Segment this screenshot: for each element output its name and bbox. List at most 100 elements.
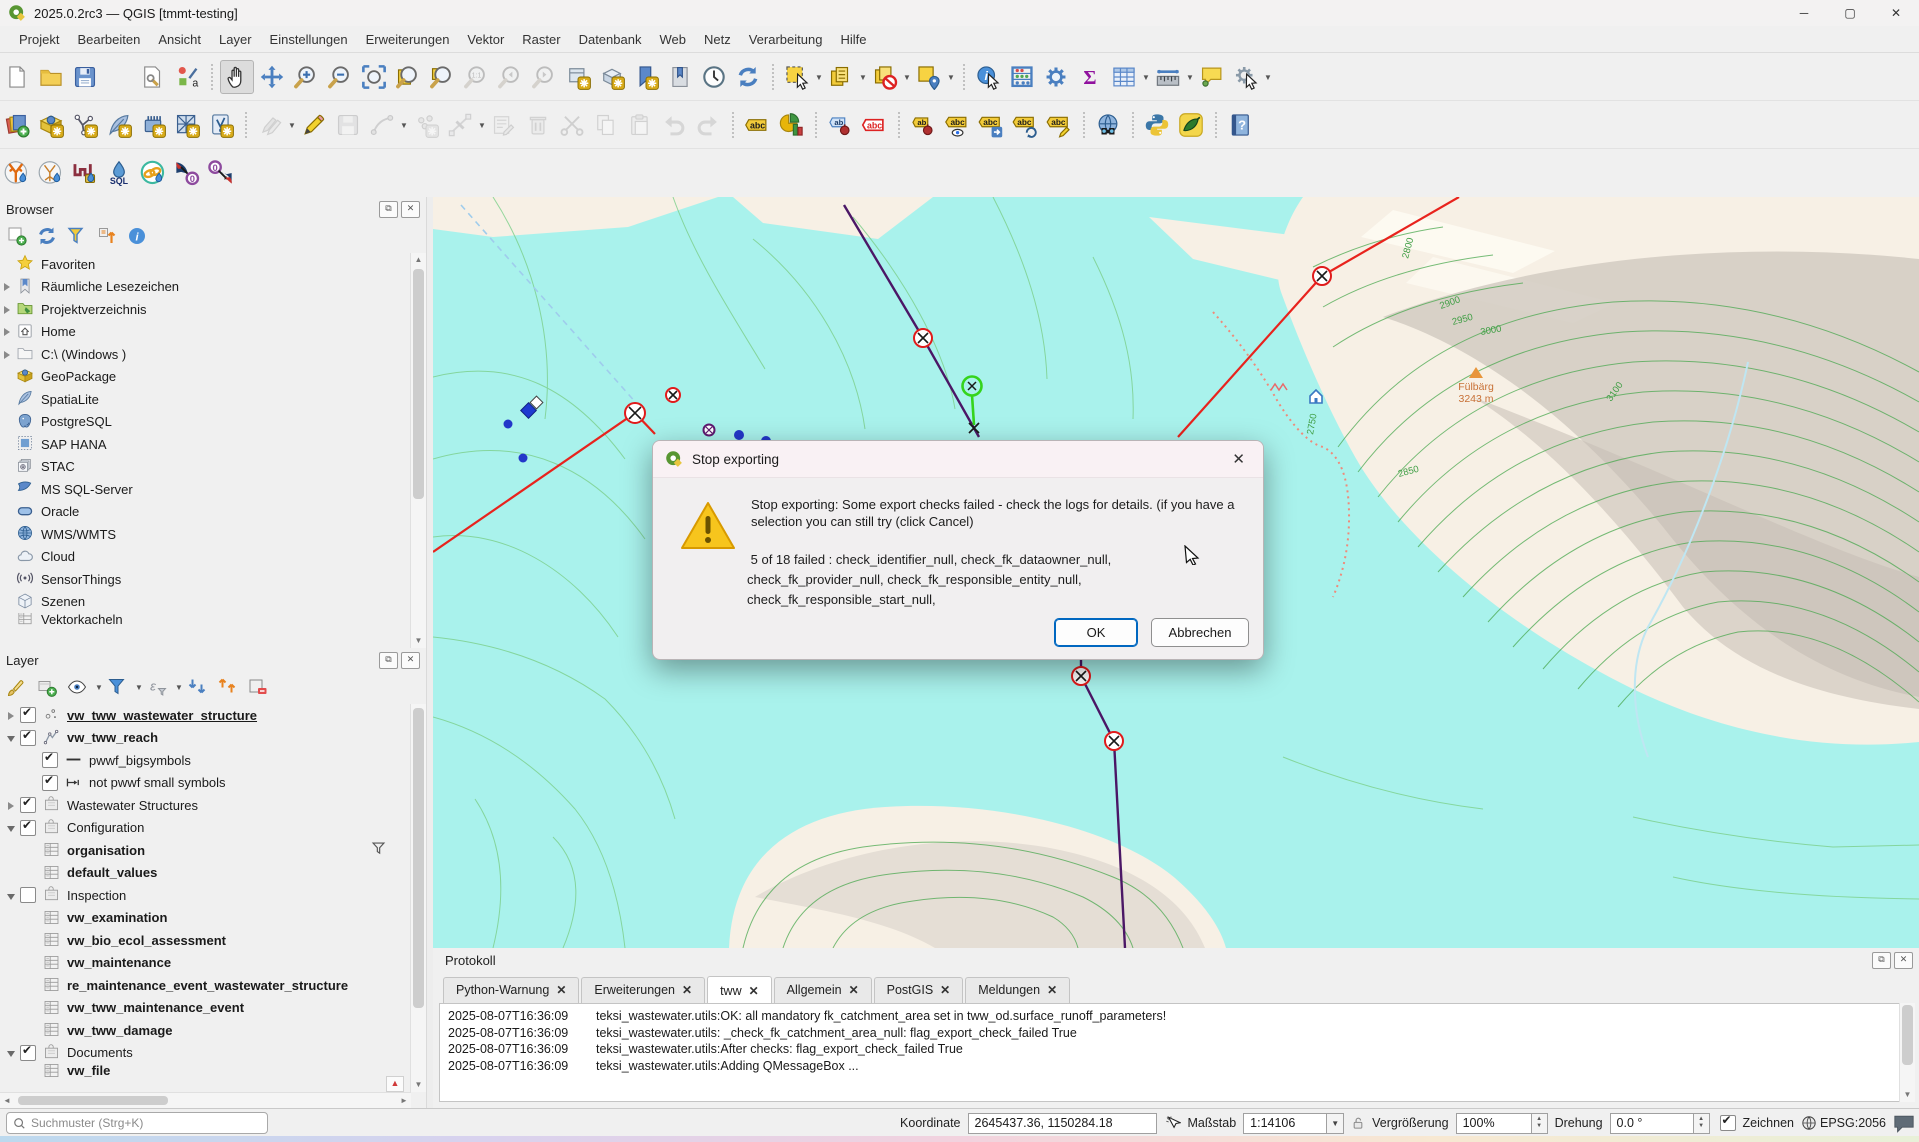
layer-checkbox[interactable] <box>20 1045 36 1061</box>
collapse-all-browser-button[interactable] <box>94 223 120 249</box>
filter-browser-button[interactable] <box>64 223 90 249</box>
data-source-manager-button[interactable] <box>1 109 33 141</box>
layer-checkbox[interactable] <box>20 730 36 746</box>
menu-projekt[interactable]: Projekt <box>10 28 68 51</box>
minimize-button[interactable]: ─ <box>1781 0 1827 26</box>
new-map-view-button[interactable] <box>562 61 594 93</box>
browser-item-szenen[interactable]: Szenen <box>0 591 411 614</box>
layer-item-vw-bio-ecol-assessment[interactable]: vw_bio_ecol_assessment <box>0 929 411 952</box>
new-geopackage-layer-button[interactable] <box>35 109 67 141</box>
tab-close-icon[interactable]: ✕ <box>556 983 566 997</box>
lock-icon[interactable] <box>1351 1115 1365 1131</box>
tab-close-icon[interactable]: ✕ <box>1047 983 1057 997</box>
browser-item-sensorthings[interactable]: SensorThings <box>0 568 411 591</box>
rotation-spinner[interactable]: ▲▼ <box>1694 1113 1710 1134</box>
remove-layer-group-button[interactable] <box>244 674 270 700</box>
menu-hilfe[interactable]: Hilfe <box>831 28 875 51</box>
menu-web[interactable]: Web <box>650 28 695 51</box>
select-features-by-value-button[interactable] <box>825 61 857 93</box>
manage-map-themes-button[interactable] <box>64 674 90 700</box>
layer-item-pwwf-bigsymbols[interactable]: pwwf_bigsymbols <box>0 749 411 772</box>
menu-bearbeiten[interactable]: Bearbeiten <box>68 28 149 51</box>
show-layout-manager-button[interactable] <box>137 61 169 93</box>
browser-scrollbar[interactable]: ▲ ▼ <box>410 253 426 648</box>
zoom-out-button[interactable] <box>324 61 356 93</box>
run-feature-action-dropdown[interactable]: ▼ <box>1263 61 1273 93</box>
layer-labeling-options-button[interactable]: abc <box>741 109 773 141</box>
browser-item-stac[interactable]: STAC <box>0 456 411 479</box>
layer-item-not-pwwf-small-symbols[interactable]: not pwwf small symbols <box>0 772 411 795</box>
layer-item-organisation[interactable]: organisation <box>0 839 411 862</box>
browser-item-sap-hana[interactable]: SAP HANA <box>0 433 411 456</box>
tab-close-icon[interactable]: ✕ <box>849 983 859 997</box>
new-shapefile-layer-button[interactable] <box>69 109 101 141</box>
menu-verarbeitung[interactable]: Verarbeitung <box>740 28 832 51</box>
layer-item-vw-tww-wastewater-structure[interactable]: vw_tww_wastewater_structure <box>0 704 411 727</box>
layer-item-vw-examination[interactable]: vw_examination <box>0 907 411 930</box>
ok-button[interactable]: OK <box>1054 618 1138 647</box>
tww-sql-button[interactable]: SQL <box>103 157 135 189</box>
pin-unpin-labels-button[interactable]: ab <box>824 109 856 141</box>
select-by-location-dropdown[interactable]: ▼ <box>946 61 956 93</box>
layer-item-configuration[interactable]: Configuration <box>0 817 411 840</box>
dialog-close-icon[interactable]: ✕ <box>1226 450 1251 468</box>
tab-close-icon[interactable]: ✕ <box>940 983 950 997</box>
expand-all-button[interactable] <box>184 674 210 700</box>
refresh-browser-button[interactable] <box>34 223 60 249</box>
deselect-all-dropdown[interactable]: ▼ <box>902 61 912 93</box>
filter-legend-expression-button[interactable]: ε <box>144 674 170 700</box>
layer-close-button[interactable]: ✕ <box>401 652 420 669</box>
browser-item-vektorkacheln[interactable]: Vektorkacheln <box>0 613 411 625</box>
pan-map-button[interactable] <box>220 60 254 94</box>
refresh-map-button[interactable] <box>732 61 764 93</box>
messages-bubble-icon[interactable] <box>1893 1114 1915 1133</box>
layer-hscrollbar[interactable]: ◄ ► <box>0 1092 411 1108</box>
log-tab-tww[interactable]: tww✕ <box>707 976 772 1004</box>
layer-item-vw-maintenance[interactable]: vw_maintenance <box>0 952 411 975</box>
tww-export-button[interactable]: 0 <box>171 157 203 189</box>
layer-item-wastewater-structures[interactable]: Wastewater Structures <box>0 794 411 817</box>
browser-float-button[interactable]: ⧉ <box>379 201 398 218</box>
menu-datenbank[interactable]: Datenbank <box>570 28 651 51</box>
browser-item-cloud[interactable]: Cloud <box>0 546 411 569</box>
log-tab-allgemein[interactable]: Allgemein✕ <box>774 977 872 1003</box>
new-spatialite-layer-button[interactable] <box>103 109 135 141</box>
layer-item-vw-file[interactable]: vw_file <box>0 1064 411 1077</box>
tww-interlis-button[interactable] <box>137 157 169 189</box>
zoom-to-selection-button[interactable] <box>426 61 458 93</box>
layer-item-inspection[interactable]: Inspection <box>0 884 411 907</box>
browser-item-r-umliche-lesezeichen[interactable]: Räumliche Lesezeichen <box>0 276 411 299</box>
new-3d-map-view-button[interactable] <box>596 61 628 93</box>
show-spatial-bookmarks-button[interactable] <box>664 61 696 93</box>
tww-import-wizard-button[interactable] <box>69 157 101 189</box>
scale-input[interactable]: 1:14106 <box>1243 1113 1327 1134</box>
browser-close-button[interactable]: ✕ <box>401 201 420 218</box>
log-tab-python-warnung[interactable]: Python-Warnung✕ <box>443 977 579 1003</box>
identify-features-button[interactable]: i <box>972 61 1004 93</box>
coordinate-input[interactable]: 2645437.36, 1150284.18 <box>968 1113 1157 1134</box>
close-button[interactable]: ✕ <box>1873 0 1919 26</box>
log-scrollbar[interactable]: ▼ <box>1899 1003 1915 1102</box>
tab-close-icon[interactable]: ✕ <box>682 983 692 997</box>
show-hide-labels-button[interactable]: abc <box>941 109 973 141</box>
filter-legend-expression-dropdown[interactable]: ▼ <box>174 671 184 703</box>
show-properties-button[interactable]: i <box>124 223 150 249</box>
menu-vektor[interactable]: Vektor <box>458 28 513 51</box>
menu-erweiterungen[interactable]: Erweiterungen <box>357 28 459 51</box>
new-print-layout-button[interactable] <box>103 61 135 93</box>
layer-checkbox[interactable] <box>20 797 36 813</box>
save-project-button[interactable] <box>69 61 101 93</box>
select-features-dropdown[interactable]: ▼ <box>814 61 824 93</box>
locator-search-input[interactable]: Suchmuster (Strg+K) <box>6 1112 268 1134</box>
statistical-summary-button[interactable]: Σ <box>1074 61 1106 93</box>
log-tab-erweiterungen[interactable]: Erweiterungen✕ <box>581 977 705 1003</box>
zoom-to-layer-button[interactable] <box>392 61 424 93</box>
magnifier-input[interactable]: 100% <box>1456 1113 1532 1134</box>
measure-dropdown[interactable]: ▼ <box>1185 61 1195 93</box>
layer-checkbox[interactable] <box>20 887 36 903</box>
field-calculator-button[interactable] <box>1006 61 1038 93</box>
maximize-button[interactable]: ▢ <box>1827 0 1873 26</box>
move-label-and-diagram-button[interactable]: abc <box>975 109 1007 141</box>
browser-item-c-windows-[interactable]: C:\ (Windows ) <box>0 343 411 366</box>
browser-item-ms-sql-server[interactable]: MS SQL-Server <box>0 478 411 501</box>
